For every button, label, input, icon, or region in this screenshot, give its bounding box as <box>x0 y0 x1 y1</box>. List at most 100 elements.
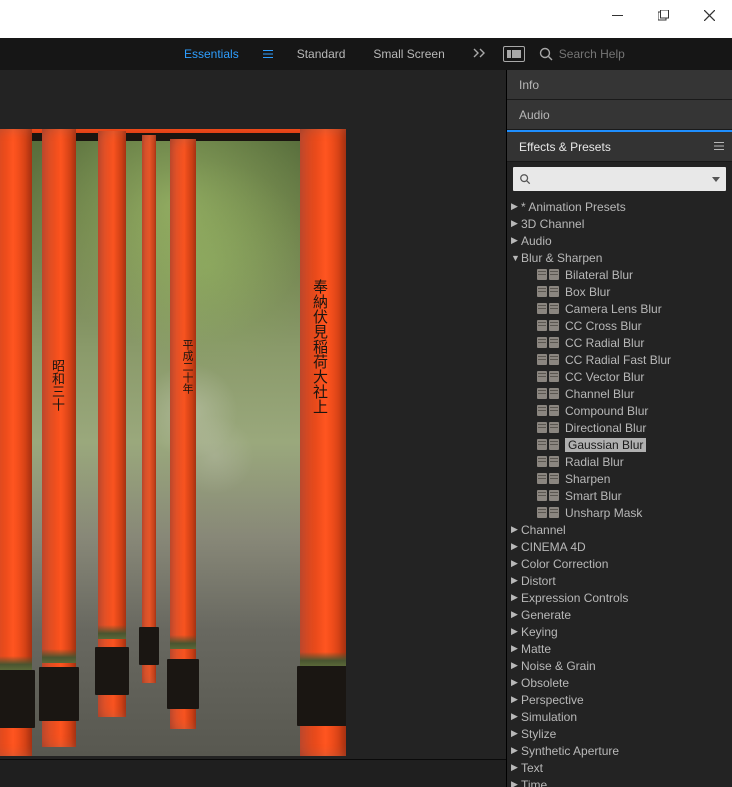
workspace-label: Standard <box>297 47 346 61</box>
category-row[interactable]: ▶* Animation Presets <box>507 198 732 215</box>
effect-label: Gaussian Blur <box>565 438 646 452</box>
category-row[interactable]: ▶Text <box>507 759 732 776</box>
category-row[interactable]: ▶Expression Controls <box>507 589 732 606</box>
category-row[interactable]: ▶Stylize <box>507 725 732 742</box>
workspace-label: Small Screen <box>373 47 444 61</box>
effect-row[interactable]: Directional Blur <box>507 419 732 436</box>
category-label: CINEMA 4D <box>521 540 586 554</box>
category-row[interactable]: ▶Matte <box>507 640 732 657</box>
panel-label: Effects & Presets <box>519 140 611 154</box>
arrow-right-icon: ▶ <box>511 677 521 688</box>
category-label: Blur & Sharpen <box>521 251 602 265</box>
category-row[interactable]: ▶Channel <box>507 521 732 538</box>
arrow-right-icon: ▶ <box>511 711 521 722</box>
effect-label: CC Cross Blur <box>565 319 642 333</box>
search-help-input[interactable] <box>559 47 689 61</box>
arrow-right-icon: ▶ <box>511 575 521 586</box>
panel-label: Info <box>519 78 539 92</box>
arrow-right-icon: ▶ <box>511 541 521 552</box>
category-row[interactable]: ▶Generate <box>507 606 732 623</box>
category-row[interactable]: ▶3D Channel <box>507 215 732 232</box>
workspace-tab-small-screen[interactable]: Small Screen <box>359 38 458 70</box>
arrow-right-icon: ▶ <box>511 728 521 739</box>
effect-row[interactable]: CC Radial Fast Blur <box>507 351 732 368</box>
category-label: 3D Channel <box>521 217 584 231</box>
effect-preset-icon <box>537 286 561 297</box>
effect-preset-icon <box>537 354 561 365</box>
workspace-tab-standard[interactable]: Standard <box>283 38 360 70</box>
effects-tree[interactable]: ▶* Animation Presets▶3D Channel▶Audio▼Bl… <box>507 196 732 787</box>
arrow-down-icon: ▼ <box>511 253 521 263</box>
panel-tab-effects-presets[interactable]: Effects & Presets <box>507 130 732 162</box>
workspace-label: Essentials <box>184 47 239 61</box>
workspace-menu-icon[interactable] <box>253 49 283 59</box>
effect-row[interactable]: Compound Blur <box>507 402 732 419</box>
arrow-right-icon: ▶ <box>511 558 521 569</box>
panel-menu-icon[interactable] <box>714 140 724 154</box>
overflow-chevron-icon[interactable] <box>473 47 487 61</box>
category-label: Color Correction <box>521 557 608 571</box>
effect-row[interactable]: Bilateral Blur <box>507 266 732 283</box>
effect-label: CC Radial Blur <box>565 336 644 350</box>
category-row[interactable]: ▶Distort <box>507 572 732 589</box>
preview-frame[interactable]: 昭和三十 奉納伏見稲荷大社上 平成二十年 <box>0 129 346 756</box>
effect-label: Directional Blur <box>565 421 646 435</box>
effects-search-input[interactable] <box>535 172 708 186</box>
effect-preset-icon <box>537 337 561 348</box>
search-icon <box>539 47 553 61</box>
effect-row[interactable]: CC Cross Blur <box>507 317 732 334</box>
effect-preset-icon <box>537 473 561 484</box>
category-row[interactable]: ▶CINEMA 4D <box>507 538 732 555</box>
category-row[interactable]: ▶Time <box>507 776 732 787</box>
category-row[interactable]: ▶Simulation <box>507 708 732 725</box>
arrow-right-icon: ▶ <box>511 779 521 787</box>
effects-search[interactable] <box>513 167 726 191</box>
effect-row[interactable]: Camera Lens Blur <box>507 300 732 317</box>
category-label: Stylize <box>521 727 556 741</box>
effect-preset-icon <box>537 456 561 467</box>
minimize-button[interactable] <box>594 0 640 30</box>
category-row[interactable]: ▶Obsolete <box>507 674 732 691</box>
category-row[interactable]: ▼Blur & Sharpen <box>507 249 732 266</box>
effect-label: Smart Blur <box>565 489 622 503</box>
effect-row[interactable]: Smart Blur <box>507 487 732 504</box>
window-titlebar <box>0 0 732 38</box>
effect-row[interactable]: Gaussian Blur <box>507 436 732 453</box>
effect-row[interactable]: CC Vector Blur <box>507 368 732 385</box>
arrow-right-icon: ▶ <box>511 643 521 654</box>
workspace-tab-essentials[interactable]: Essentials <box>170 38 253 70</box>
effect-row[interactable]: CC Radial Blur <box>507 334 732 351</box>
category-row[interactable]: ▶Perspective <box>507 691 732 708</box>
snapshot-icon[interactable] <box>503 46 525 62</box>
effect-preset-icon <box>537 507 561 518</box>
category-label: Keying <box>521 625 558 639</box>
arrow-right-icon: ▶ <box>511 201 521 212</box>
maximize-button[interactable] <box>640 0 686 30</box>
category-label: Matte <box>521 642 551 656</box>
category-label: Channel <box>521 523 566 537</box>
effect-preset-icon <box>537 439 561 450</box>
category-row[interactable]: ▶Color Correction <box>507 555 732 572</box>
panel-tab-audio[interactable]: Audio <box>507 100 732 130</box>
search-icon <box>519 173 531 185</box>
effect-row[interactable]: Box Blur <box>507 283 732 300</box>
close-button[interactable] <box>686 0 732 30</box>
effect-row[interactable]: Unsharp Mask <box>507 504 732 521</box>
viewer-footer <box>0 759 506 787</box>
effect-label: Radial Blur <box>565 455 624 469</box>
category-row[interactable]: ▶Noise & Grain <box>507 657 732 674</box>
category-row[interactable]: ▶Keying <box>507 623 732 640</box>
effect-row[interactable]: Channel Blur <box>507 385 732 402</box>
category-label: Distort <box>521 574 556 588</box>
panel-tab-info[interactable]: Info <box>507 70 732 100</box>
category-row[interactable]: ▶Synthetic Aperture <box>507 742 732 759</box>
effect-row[interactable]: Sharpen <box>507 470 732 487</box>
category-row[interactable]: ▶Audio <box>507 232 732 249</box>
effect-row[interactable]: Radial Blur <box>507 453 732 470</box>
category-label: Text <box>521 761 543 775</box>
search-help[interactable] <box>539 47 689 61</box>
effect-label: Unsharp Mask <box>565 506 642 520</box>
category-label: Simulation <box>521 710 577 724</box>
arrow-right-icon: ▶ <box>511 524 521 535</box>
effect-preset-icon <box>537 405 561 416</box>
